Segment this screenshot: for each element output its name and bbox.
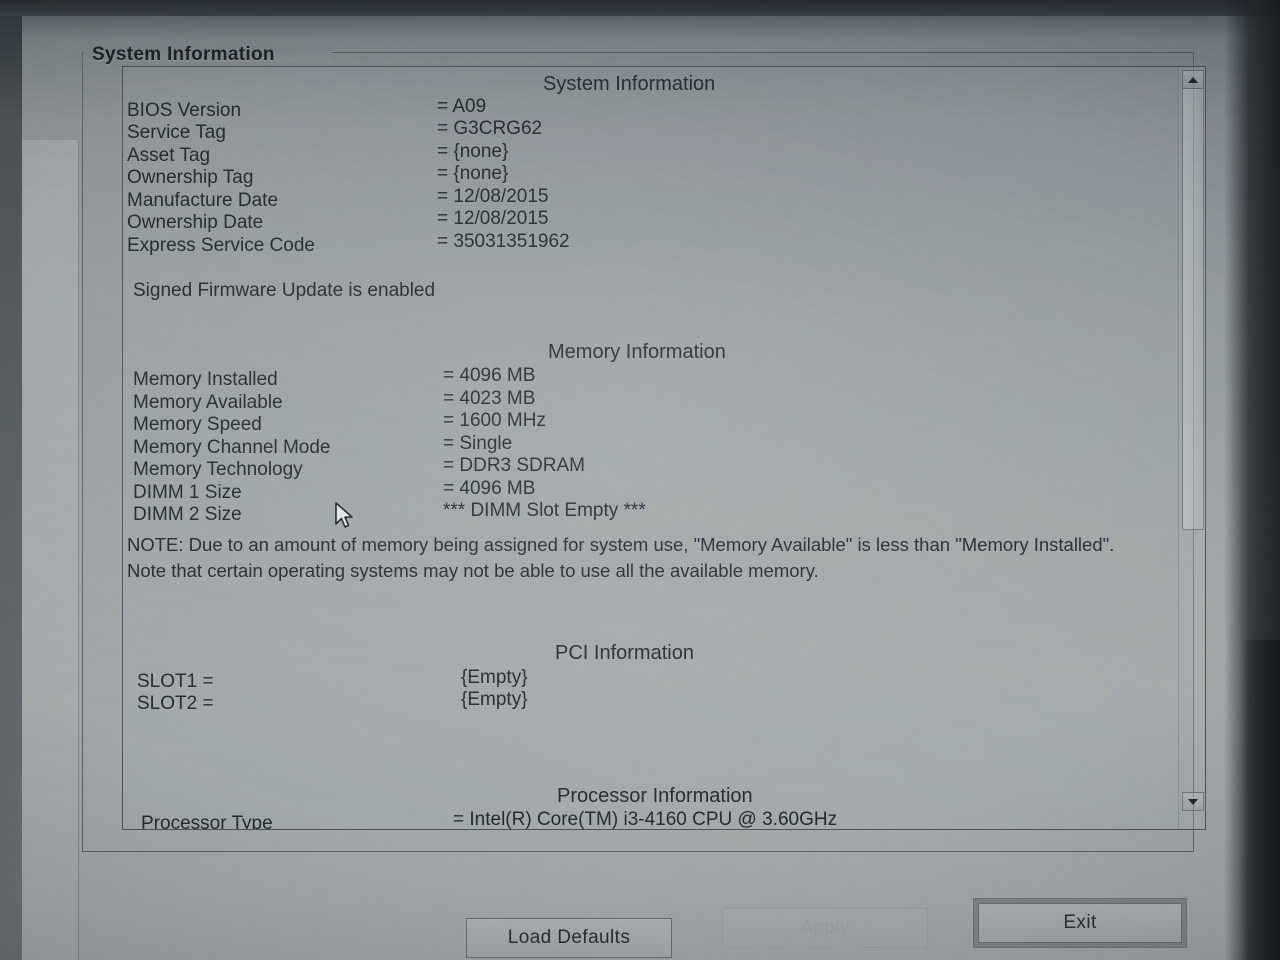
value-slot1: {Empty} bbox=[461, 667, 528, 688]
value-memory-speed: = 1600 MHz bbox=[443, 410, 546, 431]
value-memory-technology: = DDR3 SDRAM bbox=[443, 455, 585, 476]
monitor-shadow-right bbox=[1240, 640, 1280, 960]
value-memory-channel-mode: = Single bbox=[443, 433, 513, 454]
information-viewport: System Information BIOS Version = A09 Se… bbox=[123, 67, 1179, 829]
value-processor-type: = Intel(R) Core(TM) i3-4160 CPU @ 3.60GH… bbox=[453, 809, 838, 829]
scroll-down-arrow-icon bbox=[1188, 798, 1198, 805]
value-bios-version: = A09 bbox=[437, 96, 487, 117]
label-express-service-code: Express Service Code bbox=[127, 235, 315, 256]
bios-screen: System Information System Information BI… bbox=[0, 0, 1280, 960]
signed-firmware-status: Signed Firmware Update is enabled bbox=[133, 280, 436, 301]
mouse-cursor-icon bbox=[335, 502, 353, 528]
label-asset-tag: Asset Tag bbox=[127, 145, 211, 166]
memory-availability-note: NOTE: Due to an amount of memory being a… bbox=[127, 534, 1115, 581]
label-ownership-date: Ownership Date bbox=[127, 212, 264, 233]
apply-button[interactable]: Apply bbox=[722, 908, 928, 948]
label-memory-channel-mode: Memory Channel Mode bbox=[133, 437, 331, 458]
value-ownership-date: = 12/08/2015 bbox=[437, 208, 549, 229]
label-memory-installed: Memory Installed bbox=[133, 369, 278, 390]
label-slot1: SLOT1 = bbox=[137, 671, 214, 692]
value-dimm-2-size: *** DIMM Slot Empty *** bbox=[443, 500, 646, 521]
vertical-scrollbar[interactable] bbox=[1178, 67, 1205, 829]
section-heading-memory: Memory Information bbox=[548, 341, 726, 363]
label-dimm-1-size: DIMM 1 Size bbox=[133, 482, 242, 503]
label-bios-version: BIOS Version bbox=[127, 100, 242, 121]
value-ownership-tag: = {none} bbox=[437, 163, 509, 184]
value-manufacture-date: = 12/08/2015 bbox=[437, 186, 549, 207]
label-memory-technology: Memory Technology bbox=[133, 459, 303, 480]
label-ownership-tag: Ownership Tag bbox=[127, 167, 254, 188]
value-dimm-1-size: = 4096 MB bbox=[443, 478, 536, 499]
scrollbar-thumb[interactable] bbox=[1182, 88, 1204, 530]
section-heading-processor: Processor Information bbox=[557, 785, 753, 807]
section-heading-system: System Information bbox=[543, 73, 716, 95]
scroll-up-arrow-icon bbox=[1188, 76, 1198, 83]
value-slot2: {Empty} bbox=[461, 689, 528, 710]
value-memory-installed: = 4096 MB bbox=[443, 365, 536, 386]
section-heading-pci: PCI Information bbox=[555, 642, 694, 664]
value-asset-tag: = {none} bbox=[437, 141, 509, 162]
value-service-tag: = G3CRG62 bbox=[437, 118, 543, 139]
value-memory-available: = 4023 MB bbox=[443, 388, 536, 409]
scroll-down-button[interactable] bbox=[1182, 792, 1204, 811]
label-service-tag: Service Tag bbox=[127, 122, 226, 143]
label-processor-type: Processor Type bbox=[141, 813, 273, 829]
label-slot2: SLOT2 = bbox=[137, 693, 214, 714]
label-memory-speed: Memory Speed bbox=[133, 414, 262, 435]
exit-button[interactable]: Exit bbox=[978, 903, 1182, 943]
information-scroll-pane: System Information BIOS Version = A09 Se… bbox=[122, 66, 1206, 830]
load-defaults-button[interactable]: Load Defaults bbox=[466, 918, 672, 958]
page-title: System Information bbox=[92, 44, 275, 65]
label-memory-available: Memory Available bbox=[133, 392, 283, 413]
label-manufacture-date: Manufacture Date bbox=[127, 190, 279, 211]
label-dimm-2-size: DIMM 2 Size bbox=[133, 504, 242, 525]
scroll-up-button[interactable] bbox=[1182, 70, 1204, 89]
value-express-service-code: = 35031351962 bbox=[437, 231, 570, 252]
photographed-monitor: System Information System Information BI… bbox=[0, 0, 1280, 960]
